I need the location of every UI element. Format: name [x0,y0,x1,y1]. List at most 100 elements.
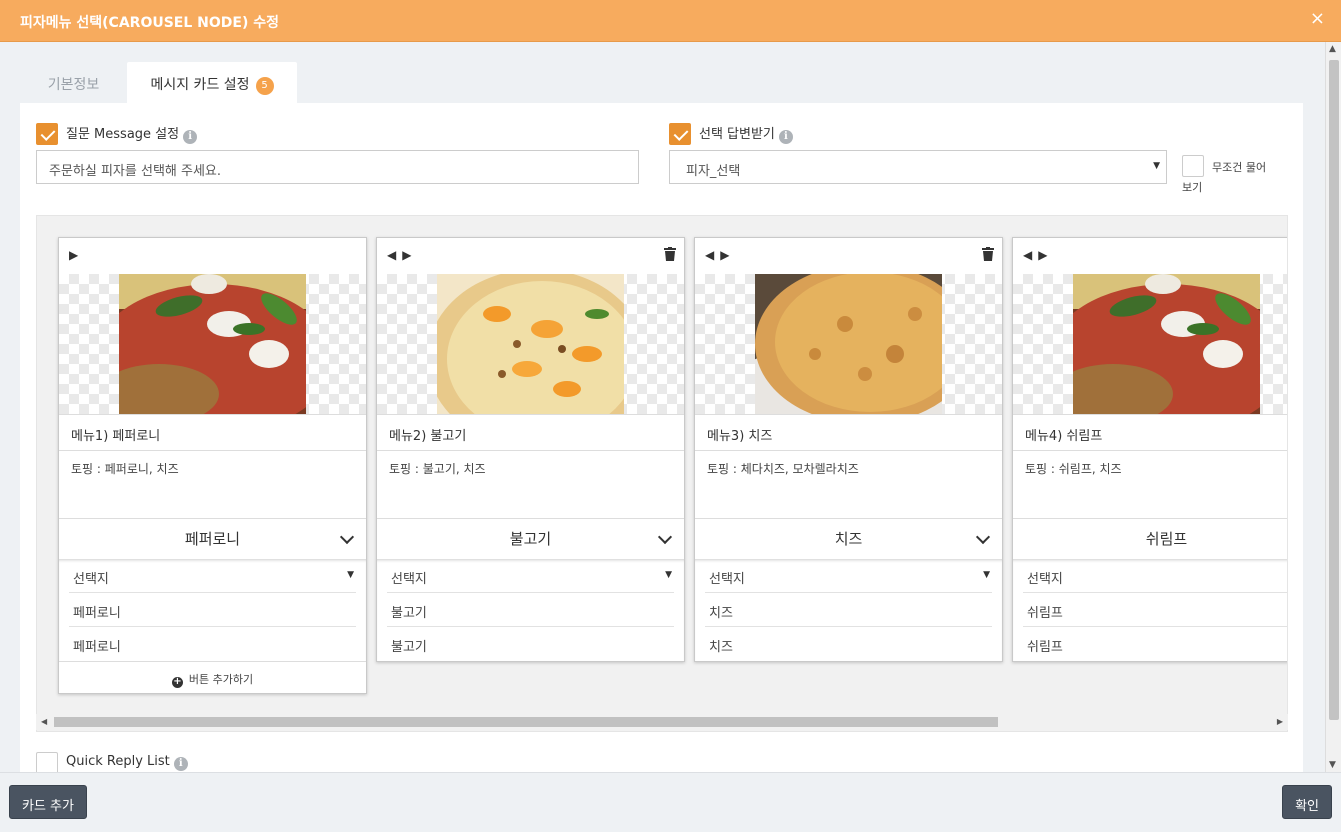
add-button-button[interactable]: + 버튼 추가하기 [59,661,366,693]
card-button[interactable]: 치즈 [695,518,1002,559]
option-item[interactable]: 페퍼로니 [69,593,356,627]
card-button-options: 선택지 ▼ 치즈 치즈 [695,559,1002,661]
card-image-area[interactable] [695,274,1002,414]
card-title[interactable]: 메뉴1) 페퍼로니 [59,414,366,451]
tab-basic-info[interactable]: 기본정보 [20,62,127,103]
option-label: 선택지 [709,572,745,587]
pizza-image [1073,274,1260,414]
quick-reply-label: Quick Reply List i [66,754,188,771]
option-item[interactable]: 치즈 [705,593,992,627]
answer-select[interactable]: 피자_선택 ▼ [669,150,1167,184]
option-label: 선택지 [391,572,427,587]
card-button-label: 페퍼로니 [184,530,241,548]
chevron-down-icon[interactable] [339,529,355,545]
scroll-left-icon[interactable]: ◀ [41,717,47,726]
count-badge: 5 [255,77,274,95]
card-title[interactable]: 메뉴4) 쉬림프 [1013,414,1287,451]
question-checkbox[interactable] [36,123,58,145]
pizza-image [437,274,624,414]
move-arrows-icon[interactable]: ◀▶ [705,248,735,262]
info-icon[interactable]: i [183,130,198,144]
card-button[interactable]: 페퍼로니 [59,518,366,559]
card-description[interactable]: 토핑 : 체다치즈, 모차렐라치즈 [695,451,1002,518]
scroll-up-icon[interactable]: ▲ [1329,44,1336,54]
vertical-scrollbar[interactable]: ▲ ▼ [1325,42,1341,772]
scroll-down-icon[interactable]: ▼ [1329,760,1336,770]
card-description[interactable]: 토핑 : 불고기, 치즈 [377,451,684,518]
info-icon[interactable]: i [778,130,793,144]
card-button-options: 선택지 쉬림프 쉬림프 [1013,559,1287,661]
card-nav: ◀▶ [377,238,684,274]
option-item[interactable]: 불고기 [387,593,674,627]
card-image-area[interactable] [59,274,366,414]
close-icon[interactable]: × [1310,10,1325,28]
card-button-options: 선택지 ▼ 페퍼로니 페퍼로니 [59,559,366,661]
always-ask-label: 무조건 물어보기 [1182,161,1267,194]
card-nav: ◀▶ [1013,238,1287,274]
modal-header: 피자메뉴 선택(CAROUSEL NODE) 수정 × [0,0,1341,42]
tab-label: 기본정보 [47,77,100,93]
tab-message-card[interactable]: 메시지 카드 설정 5 [127,62,297,103]
option-select[interactable]: 선택지 ▼ [705,559,992,593]
horizontal-scroll-thumb[interactable] [54,717,998,727]
card-image-area[interactable] [377,274,684,414]
answer-label-text: 선택 답변받기 [699,127,775,142]
answer-checkbox[interactable] [669,123,691,145]
confirm-button[interactable]: 확인 [1282,785,1332,819]
message-card: ◀▶ 메뉴4) 쉬림프 토핑 : 쉬림프, 치즈 쉬림프 선택지 쉬림프 쉬림프 [1012,237,1287,662]
option-item[interactable]: 쉬림프 [1023,593,1287,627]
horizontal-scrollbar[interactable]: ◀ ▶ [36,714,1288,730]
chevron-down-icon[interactable] [657,529,673,545]
option-item[interactable]: 치즈 [705,627,992,661]
card-nav: ▶ [59,238,366,274]
option-item[interactable]: 쉬림프 [1023,627,1287,661]
option-label: 선택지 [1027,572,1063,587]
chevron-down-icon[interactable] [975,529,991,545]
pizza-image [119,274,306,414]
question-label-text: 질문 Message 설정 [66,127,180,142]
trash-icon[interactable] [982,247,994,261]
option-item[interactable]: 페퍼로니 [69,627,356,661]
question-label: 질문 Message 설정 i [66,123,198,144]
card-button-label: 쉬림프 [1145,530,1188,548]
option-select[interactable]: 선택지 [1023,559,1287,593]
trash-icon[interactable] [664,247,676,261]
pizza-image [755,274,942,414]
card-description[interactable]: 토핑 : 쉬림프, 치즈 [1013,451,1287,518]
card-button[interactable]: 쉬림프 [1013,518,1287,559]
info-icon[interactable]: i [173,757,188,771]
card-button-label: 치즈 [834,530,863,548]
quick-reply-label-text: Quick Reply List [66,754,170,769]
message-card: ◀▶ 메뉴2) 불고기 토핑: 불고기, 치즈 불고기 선택지 ▼ 불고기 불… [376,237,685,662]
option-select[interactable]: 선택지 ▼ [387,559,674,593]
message-card: ◀▶ 메뉴3) 치즈 토핑 : 체다치즈, 모차렐라치즈 치즈 선택지 ▼ 치즈… [694,237,1003,662]
vertical-scroll-thumb[interactable] [1329,60,1339,720]
card-description[interactable]: 토핑 : 페퍼로니, 치즈 [59,451,366,518]
card-button-options: 선택지 ▼ 불고기 불고기 [377,559,684,661]
dropdown-arrow-icon: ▼ [983,570,990,580]
card-carousel: ▶ 메뉴1) 페퍼로니 토핑 : 페퍼로니, 치즈 페퍼로니 선택지 ▼ 페퍼로… [36,215,1288,732]
dropdown-arrow-icon: ▼ [1153,161,1160,171]
scroll-right-icon[interactable]: ▶ [1277,717,1283,726]
card-image-area[interactable] [1013,274,1287,414]
move-arrows-icon[interactable]: ◀▶ [1023,248,1053,262]
card-button[interactable]: 불고기 [377,518,684,559]
card-button-label: 불고기 [509,530,552,548]
add-card-button[interactable]: 카드 추가 [9,785,87,819]
answer-select-value: 피자_선택 [686,164,741,179]
card-title[interactable]: 메뉴3) 치즈 [695,414,1002,451]
add-button-label: 버튼 추가하기 [188,673,254,686]
answer-label: 선택 답변받기 i [699,123,793,144]
tab-label: 메시지 카드 설정 [150,77,250,93]
move-right-icon[interactable]: ▶ [69,248,84,262]
option-select[interactable]: 선택지 ▼ [69,559,356,593]
card-title[interactable]: 메뉴2) 불고기 [377,414,684,451]
question-input[interactable]: 주문하실 피자를 선택해 주세요. [36,150,639,184]
option-item[interactable]: 불고기 [387,627,674,661]
message-card: ▶ 메뉴1) 페퍼로니 토핑 : 페퍼로니, 치즈 페퍼로니 선택지 ▼ 페퍼로… [58,237,367,694]
move-arrows-icon[interactable]: ◀▶ [387,248,417,262]
modal-title: 피자메뉴 선택(CAROUSEL NODE) 수정 [20,15,279,31]
plus-circle-icon: + [171,676,183,688]
modal-footer: 카드 추가 확인 [0,772,1341,832]
quick-reply-checkbox[interactable] [36,752,58,774]
